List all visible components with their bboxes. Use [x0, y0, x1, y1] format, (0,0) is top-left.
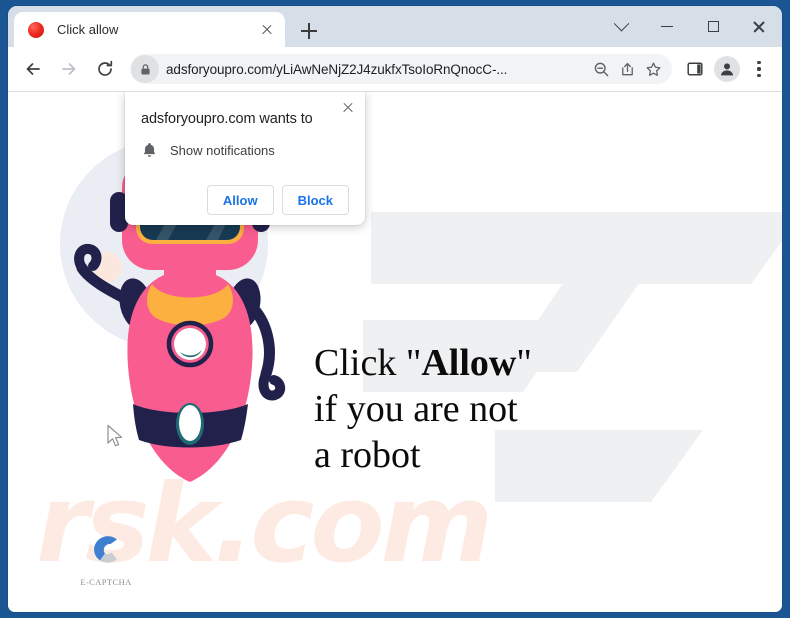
zoom-out-icon — [594, 62, 608, 76]
minimize-button[interactable] — [644, 6, 690, 47]
permission-row: Show notifications — [141, 141, 349, 159]
browser-window: Click allow adsforyoupro.com/yLiAwNeNjZ2… — [8, 6, 782, 612]
captcha-label: E-CAPTCHA — [80, 577, 132, 587]
headline-quote-close: " — [516, 342, 532, 384]
chevron-down-icon — [613, 15, 629, 32]
back-button[interactable] — [18, 54, 48, 84]
red-circle-favicon-icon — [28, 21, 44, 38]
site-info-button[interactable] — [131, 55, 159, 83]
bookmark-button[interactable] — [640, 56, 666, 82]
dialog-actions: Allow Block — [141, 185, 349, 215]
three-dot-menu-icon — [747, 57, 771, 81]
headline-line-2: if you are not — [314, 388, 518, 430]
c-letter-logo-icon — [93, 536, 117, 563]
desktop-background: Click allow adsforyoupro.com/yLiAwNeNjZ2… — [0, 0, 790, 618]
maximize-button[interactable] — [690, 6, 736, 47]
forward-arrow-icon — [62, 63, 76, 75]
tab-close-icon[interactable] — [257, 20, 277, 40]
headline-line-3: a robot — [314, 434, 421, 476]
block-button[interactable]: Block — [281, 185, 349, 215]
notification-permission-dialog: adsforyoupro.com wants to Show notificat… — [125, 92, 365, 225]
profile-button[interactable] — [712, 54, 742, 84]
url-text: adsforyoupro.com/yLiAwNeNjZ2J4zukfxTsoIo… — [166, 61, 508, 77]
bell-icon — [143, 143, 156, 157]
reload-icon — [98, 60, 113, 76]
tab-strip: Click allow — [8, 6, 782, 47]
close-icon — [752, 20, 766, 34]
page-viewport: rsk.com Click "Allow" if you are not a r… — [8, 92, 782, 612]
share-button[interactable] — [614, 56, 640, 82]
captcha-badge: E-CAPTCHA — [70, 529, 142, 587]
side-panel-button[interactable] — [680, 54, 710, 84]
back-arrow-icon — [26, 63, 40, 75]
maximize-icon — [707, 21, 719, 32]
permission-label: Show notifications — [170, 142, 275, 158]
tab-title: Click allow — [57, 22, 119, 37]
dialog-title: adsforyoupro.com wants to — [141, 111, 313, 127]
share-icon — [621, 62, 633, 75]
headline-prefix: Click — [314, 342, 406, 384]
page-headline: Click "Allow" if you are not a robot — [314, 340, 532, 478]
tab-search-button[interactable] — [598, 6, 644, 47]
browser-menu-button[interactable] — [744, 54, 774, 84]
minimize-icon — [661, 25, 673, 28]
headline-quote-open: " — [405, 342, 422, 384]
dialog-close-icon[interactable] — [338, 98, 358, 118]
profile-avatar-icon — [714, 56, 740, 82]
browser-tab[interactable]: Click allow — [14, 12, 285, 47]
browser-toolbar: adsforyoupro.com/yLiAwNeNjZ2J4zukfxTsoIo… — [8, 47, 782, 92]
headline-emphasis: Allow — [421, 342, 517, 384]
forward-button[interactable] — [54, 54, 84, 84]
address-bar[interactable]: adsforyoupro.com/yLiAwNeNjZ2J4zukfxTsoIo… — [130, 54, 672, 84]
allow-button[interactable]: Allow — [206, 185, 274, 215]
zoom-out-button[interactable] — [588, 56, 614, 82]
window-controls — [598, 6, 782, 47]
lock-icon — [140, 63, 150, 75]
reload-button[interactable] — [90, 54, 120, 84]
new-tab-button[interactable] — [296, 18, 322, 44]
side-panel-icon — [687, 62, 703, 76]
star-icon — [646, 62, 660, 76]
close-window-button[interactable] — [736, 6, 782, 47]
